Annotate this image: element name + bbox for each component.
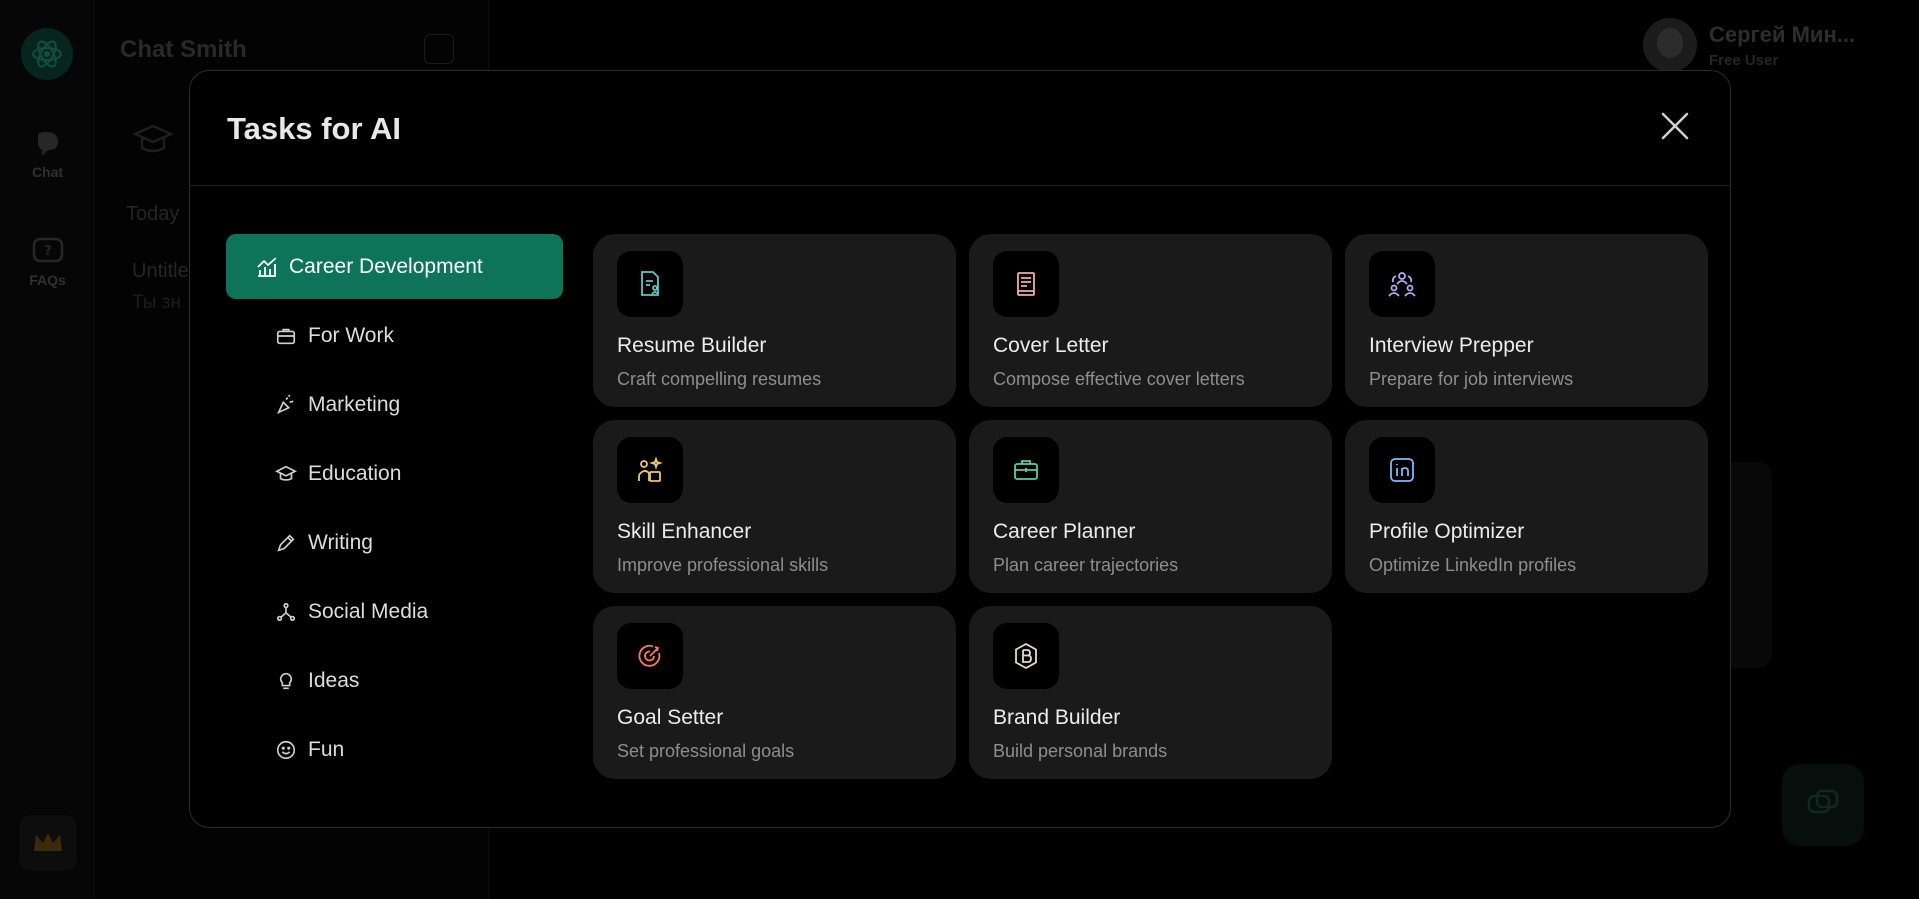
smile-icon	[274, 738, 298, 762]
task-description: Build personal brands	[993, 741, 1168, 761]
task-card-brand-builder[interactable]: Brand Builder Build personal brands	[969, 606, 1332, 779]
category-career-development[interactable]: Career Development	[226, 234, 563, 299]
people-icon	[1369, 251, 1435, 317]
tasks-modal: Tasks for AI Career Development For Work…	[189, 70, 1731, 828]
category-label: Ideas	[308, 668, 360, 692]
category-label: Fun	[308, 737, 345, 761]
graduation-cap-icon	[274, 462, 298, 486]
pen-icon	[274, 531, 298, 555]
category-label: Career Development	[289, 254, 483, 278]
document-icon	[993, 251, 1059, 317]
network-icon	[274, 600, 298, 624]
brand-icon	[993, 623, 1059, 689]
resume-icon	[617, 251, 683, 317]
task-card-career-planner[interactable]: Career Planner Plan career trajectories	[969, 420, 1332, 593]
task-card-skill-enhancer[interactable]: Skill Enhancer Improve professional skil…	[593, 420, 956, 593]
task-description: Optimize LinkedIn profiles	[1369, 555, 1577, 575]
category-list: Career Development For Work Marketing Ed…	[226, 234, 563, 786]
target-icon	[617, 623, 683, 689]
task-card-goal-setter[interactable]: Goal Setter Set professional goals	[593, 606, 956, 779]
task-card-profile-optimizer[interactable]: Profile Optimizer Optimize LinkedIn prof…	[1345, 420, 1708, 593]
category-label: Marketing	[308, 392, 401, 416]
category-writing[interactable]: Writing	[226, 510, 563, 575]
briefcase-icon	[993, 437, 1059, 503]
modal-title: Tasks for AI	[227, 111, 401, 146]
task-description: Prepare for job interviews	[1369, 369, 1574, 389]
megaphone-icon	[274, 393, 298, 417]
category-label: For Work	[308, 323, 394, 347]
task-description: Craft compelling resumes	[617, 369, 822, 389]
task-card-cover-letter[interactable]: Cover Letter Compose effective cover let…	[969, 234, 1332, 407]
task-grid: Resume Builder Craft compelling resumes …	[593, 234, 1708, 779]
linkedin-icon	[1369, 437, 1435, 503]
task-card-resume-builder[interactable]: Resume Builder Craft compelling resumes	[593, 234, 956, 407]
task-description: Set professional goals	[617, 741, 795, 761]
category-label: Education	[308, 461, 402, 485]
chart-icon	[255, 255, 279, 279]
category-label: Social Media	[308, 599, 429, 623]
category-social-media[interactable]: Social Media	[226, 579, 563, 644]
task-description: Plan career trajectories	[993, 555, 1179, 575]
task-description: Compose effective cover letters	[993, 369, 1245, 389]
category-for-work[interactable]: For Work	[226, 303, 563, 368]
task-title: Cover Letter	[993, 334, 1109, 357]
category-ideas[interactable]: Ideas	[226, 648, 563, 713]
category-fun[interactable]: Fun	[226, 717, 563, 782]
task-title: Resume Builder	[617, 334, 767, 357]
task-title: Interview Prepper	[1369, 334, 1534, 357]
task-description: Improve professional skills	[617, 555, 829, 575]
task-title: Career Planner	[993, 520, 1136, 543]
task-card-interview-prepper[interactable]: Interview Prepper Prepare for job interv…	[1345, 234, 1708, 407]
task-title: Goal Setter	[617, 706, 724, 729]
lightbulb-icon	[274, 669, 298, 693]
modal-header: Tasks for AI	[190, 71, 1730, 186]
close-icon	[1661, 112, 1689, 140]
briefcase-icon	[274, 324, 298, 348]
task-title: Profile Optimizer	[1369, 520, 1525, 543]
task-title: Brand Builder	[993, 706, 1121, 729]
category-education[interactable]: Education	[226, 441, 563, 506]
task-title: Skill Enhancer	[617, 520, 752, 543]
category-marketing[interactable]: Marketing	[226, 372, 563, 437]
category-label: Writing	[308, 530, 373, 554]
skill-icon	[617, 437, 683, 503]
close-button[interactable]	[1658, 109, 1692, 143]
